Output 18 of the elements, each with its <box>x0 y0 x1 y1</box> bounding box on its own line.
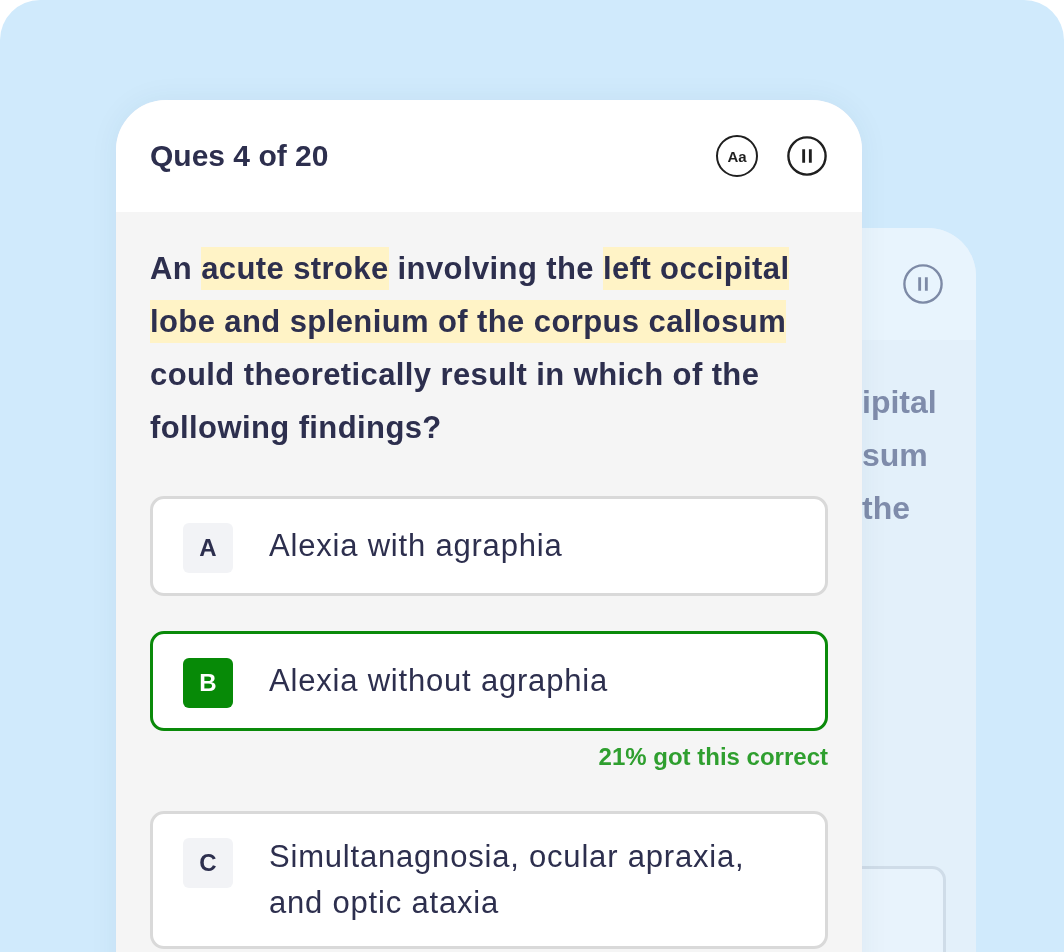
option-text: Alexia with agraphia <box>269 527 563 565</box>
question-text: An acute stroke involving the left occipital lobe and splenium of the corpus callosum could theoretically result in which of the following findings? <box>150 242 828 454</box>
option-letter: C <box>183 838 233 888</box>
option-text: Alexia without agraphia <box>269 662 608 700</box>
question-text-fragment: ipital <box>862 383 938 422</box>
answer-option[interactable]: B Alexia without agraphia <box>150 631 828 731</box>
option-letter: B <box>183 658 233 708</box>
font-size-button[interactable]: Aa <box>716 135 758 177</box>
answer-option[interactable]: C Simultanagnosia, ocular apraxia, and optic ataxia <box>150 811 828 949</box>
option-letter: A <box>183 523 233 573</box>
question-counter: Ques 4 of 20 <box>150 139 329 173</box>
pause-icon[interactable] <box>786 135 828 177</box>
option-text: Simultanagnosia, ocular apraxia, and optic ataxia <box>269 838 746 922</box>
answer-option[interactable]: A Alexia with agraphia <box>150 496 828 596</box>
pause-icon <box>902 263 944 305</box>
question-text-fragment: sum <box>862 436 929 475</box>
question-text-fragment: the <box>862 489 911 528</box>
answer-statistic: 21% got this correct <box>597 743 828 771</box>
